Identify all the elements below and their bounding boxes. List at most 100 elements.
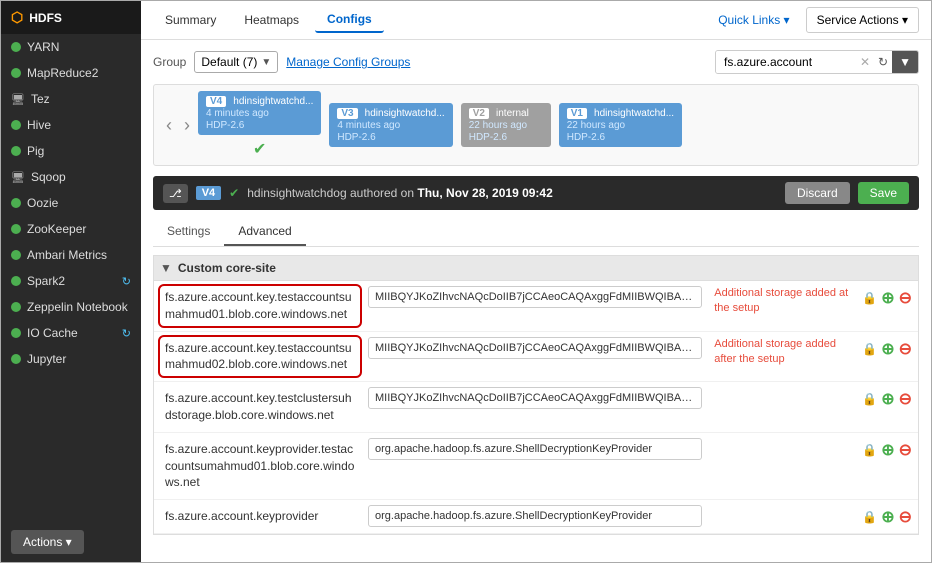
- manage-config-groups-link[interactable]: Manage Config Groups: [286, 55, 410, 69]
- version-card-v4[interactable]: V4 hdinsightwatchd... 4 minutes ago HDP-…: [198, 91, 321, 135]
- sidebar-item-hive[interactable]: Hive: [1, 112, 141, 138]
- config-value-input[interactable]: [368, 337, 702, 359]
- monitor-icon: 🖥: [11, 93, 25, 106]
- version-time-v3: 4 minutes ago: [337, 120, 400, 131]
- version-card-v2[interactable]: V2 internal 22 hours ago HDP-2.6: [461, 103, 551, 147]
- remove-property-icon[interactable]: ⊖: [899, 288, 912, 308]
- clear-icon[interactable]: ✕: [856, 55, 874, 69]
- monitor-icon: 🖥: [11, 171, 25, 184]
- config-key-text: fs.azure.account.key.testaccountsumahmud…: [165, 290, 352, 321]
- version-time-v2: 22 hours ago: [469, 120, 527, 131]
- zookeeper-status-dot: [11, 224, 21, 234]
- branch-icon: ⎇: [163, 184, 188, 203]
- lock-icon[interactable]: 🔒: [862, 443, 877, 457]
- sidebar-item-label: MapReduce2: [27, 66, 131, 80]
- config-actions: 🔒 ⊕ ⊖: [862, 286, 912, 308]
- jupyter-status-dot: [11, 354, 21, 364]
- sidebar-item-yarn[interactable]: YARN: [1, 34, 141, 60]
- remove-property-icon[interactable]: ⊖: [899, 507, 912, 527]
- search-input[interactable]: [716, 51, 856, 73]
- config-value-input[interactable]: [368, 505, 702, 527]
- refresh-search-icon[interactable]: ↻: [874, 55, 892, 69]
- add-property-icon[interactable]: ⊕: [881, 440, 894, 460]
- top-nav: Summary Heatmaps Configs Quick Links ▾ S…: [141, 1, 931, 40]
- version-hdp-v4: HDP-2.6: [206, 120, 244, 131]
- config-value-input[interactable]: [368, 438, 702, 460]
- config-value-input[interactable]: [368, 387, 702, 409]
- group-select-dropdown[interactable]: Default (7) ▼: [194, 51, 278, 73]
- sidebar-item-label: Spark2: [27, 274, 116, 288]
- discard-button[interactable]: Discard: [785, 182, 850, 204]
- tab-heatmaps[interactable]: Heatmaps: [232, 8, 311, 32]
- authored-on-label: authored on: [350, 186, 414, 200]
- sidebar-item-label: Zeppelin Notebook: [27, 300, 131, 314]
- sidebar-item-zookeeper[interactable]: ZooKeeper: [1, 216, 141, 242]
- sidebar-item-pig[interactable]: Pig: [1, 138, 141, 164]
- sidebar-item-spark2[interactable]: Spark2 ↻: [1, 268, 141, 294]
- version-hdp-v2: HDP-2.6: [469, 132, 507, 143]
- version-time-v1: 22 hours ago: [567, 120, 625, 131]
- version-next-arrow[interactable]: ›: [180, 115, 194, 136]
- config-value-input[interactable]: [368, 286, 702, 308]
- sidebar-item-oozie[interactable]: Oozie: [1, 190, 141, 216]
- remove-property-icon[interactable]: ⊖: [899, 389, 912, 409]
- section-body: fs.azure.account.key.testaccountsumahmud…: [153, 281, 919, 535]
- config-tabs: Settings Advanced: [153, 218, 919, 247]
- io-cache-status-dot: [11, 328, 21, 338]
- config-actions: 🔒 ⊕ ⊖: [862, 337, 912, 359]
- sidebar-item-label: Tez: [31, 92, 131, 106]
- quick-links[interactable]: Quick Links ▾: [718, 13, 789, 27]
- tab-configs[interactable]: Configs: [315, 7, 384, 33]
- add-property-icon[interactable]: ⊕: [881, 339, 894, 359]
- actions-label: Actions ▾: [23, 535, 72, 549]
- config-row: fs.azure.account.keyprovider 🔒 ⊕ ⊖: [154, 500, 918, 534]
- version-badge-v4: V4: [206, 96, 226, 107]
- config-actions: 🔒 ⊕ ⊖: [862, 438, 912, 460]
- version-prev-arrow[interactable]: ‹: [162, 115, 176, 136]
- sidebar-item-label: IO Cache: [27, 326, 116, 340]
- lock-icon[interactable]: 🔒: [862, 510, 877, 524]
- config-actions: 🔒 ⊕ ⊖: [862, 387, 912, 409]
- sidebar-item-jupyter[interactable]: Jupyter: [1, 346, 141, 372]
- version-name-v3: hdinsightwatchd...: [365, 108, 445, 119]
- lock-icon[interactable]: 🔒: [862, 392, 877, 406]
- chevron-icon: ▼: [160, 261, 172, 275]
- config-row: fs.azure.account.key.testaccountsumahmud…: [154, 281, 918, 332]
- tab-summary[interactable]: Summary: [153, 8, 228, 32]
- actions-button[interactable]: Actions ▾: [11, 530, 84, 554]
- ambari-status-dot: [11, 250, 21, 260]
- service-actions-button[interactable]: Service Actions ▾: [806, 7, 919, 33]
- add-property-icon[interactable]: ⊕: [881, 507, 894, 527]
- sidebar-item-label: Sqoop: [31, 170, 131, 184]
- add-property-icon[interactable]: ⊕: [881, 288, 894, 308]
- add-property-icon[interactable]: ⊕: [881, 389, 894, 409]
- oozie-status-dot: [11, 198, 21, 208]
- sidebar-item-label: Oozie: [27, 196, 131, 210]
- config-key-text: fs.azure.account.key.testclustersuhdstor…: [165, 391, 352, 422]
- mapreduce2-status-dot: [11, 68, 21, 78]
- pig-status-dot: [11, 146, 21, 156]
- save-button[interactable]: Save: [858, 182, 909, 204]
- remove-property-icon[interactable]: ⊖: [899, 440, 912, 460]
- tab-settings[interactable]: Settings: [153, 218, 224, 246]
- section-header[interactable]: ▼ Custom core-site: [153, 255, 919, 281]
- sidebar-item-tez[interactable]: 🖥 Tez: [1, 86, 141, 112]
- sidebar: ⬡ HDFS YARN MapReduce2 🖥 Tez Hive Pig 🖥 …: [1, 1, 141, 562]
- sidebar-item-mapreduce2[interactable]: MapReduce2: [1, 60, 141, 86]
- lock-icon[interactable]: 🔒: [862, 291, 877, 305]
- sidebar-item-ambari-metrics[interactable]: Ambari Metrics: [1, 242, 141, 268]
- version-badge-v3: V3: [337, 108, 357, 119]
- sidebar-item-sqoop[interactable]: 🖥 Sqoop: [1, 164, 141, 190]
- tab-advanced[interactable]: Advanced: [224, 218, 305, 246]
- sidebar-item-io-cache[interactable]: IO Cache ↻: [1, 320, 141, 346]
- search-dropdown-icon[interactable]: ▼: [892, 51, 918, 73]
- sidebar-item-label: Pig: [27, 144, 131, 158]
- version-check-v4: ✔: [253, 139, 266, 159]
- version-name-v1: hdinsightwatchd...: [594, 108, 674, 119]
- version-bar: ‹ › V4 hdinsightwatchd... 4 minutes ago …: [153, 84, 919, 166]
- remove-property-icon[interactable]: ⊖: [899, 339, 912, 359]
- lock-icon[interactable]: 🔒: [862, 342, 877, 356]
- version-card-v1[interactable]: V1 hdinsightwatchd... 22 hours ago HDP-2…: [559, 103, 682, 147]
- version-card-v3[interactable]: V3 hdinsightwatchd... 4 minutes ago HDP-…: [329, 103, 452, 147]
- sidebar-item-zeppelin[interactable]: Zeppelin Notebook: [1, 294, 141, 320]
